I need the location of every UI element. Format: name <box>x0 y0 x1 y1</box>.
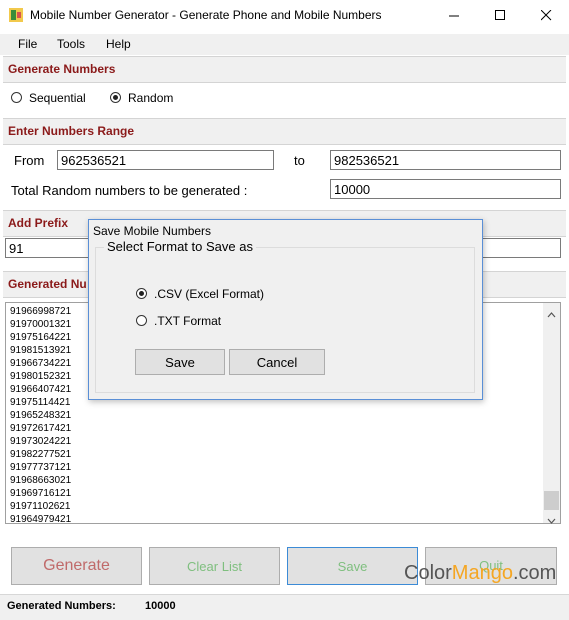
list-item[interactable]: 91969716121 <box>6 487 560 500</box>
to-input[interactable] <box>330 150 561 170</box>
section-title: Enter Numbers Range <box>8 124 135 138</box>
list-item[interactable]: 91965248321 <box>6 409 560 422</box>
app-icon <box>9 8 23 22</box>
from-input[interactable] <box>57 150 274 170</box>
window-title: Mobile Number Generator - Generate Phone… <box>30 8 382 22</box>
section-title: Add Prefix <box>8 216 69 230</box>
watermark-part: .com <box>512 562 557 584</box>
list-item[interactable]: 91977737121 <box>6 461 560 474</box>
total-label: Total Random numbers to be generated : <box>11 183 248 198</box>
sequential-label[interactable]: Sequential <box>29 91 86 105</box>
save-dialog: Save Mobile Numbers Select Format to Sav… <box>88 219 483 400</box>
menu-tools[interactable]: Tools <box>57 37 85 51</box>
dialog-save-button[interactable]: Save <box>135 349 225 375</box>
list-item[interactable]: 91971102621 <box>6 500 560 513</box>
csv-radio[interactable] <box>136 288 147 299</box>
maximize-icon[interactable] <box>477 0 523 31</box>
watermark-part: Color <box>404 562 452 584</box>
random-label[interactable]: Random <box>128 91 173 105</box>
dialog-title: Save Mobile Numbers <box>93 224 212 238</box>
status-value: 10000 <box>145 600 176 612</box>
scroll-down-icon[interactable] <box>547 513 556 527</box>
generate-button[interactable]: Generate <box>11 547 142 585</box>
clear-list-button[interactable]: Clear List <box>149 547 280 585</box>
txt-radio[interactable] <box>136 315 147 326</box>
from-label: From <box>14 153 45 168</box>
menu-help[interactable]: Help <box>106 37 131 51</box>
list-item[interactable]: 91968663021 <box>6 474 560 487</box>
list-item[interactable]: 91982277521 <box>6 448 560 461</box>
scroll-up-icon[interactable] <box>547 307 556 321</box>
list-item[interactable]: 91964979421 <box>6 513 560 523</box>
format-group: Select Format to Save as .CSV (Excel For… <box>95 239 475 393</box>
dialog-cancel-button[interactable]: Cancel <box>229 349 325 375</box>
total-input[interactable] <box>330 179 561 199</box>
menu-file[interactable]: File <box>18 37 37 51</box>
list-item[interactable]: 91973024221 <box>6 435 560 448</box>
title-bar: Mobile Number Generator - Generate Phone… <box>0 0 569 31</box>
list-item[interactable]: 91972617421 <box>6 422 560 435</box>
close-icon[interactable] <box>523 0 569 31</box>
csv-label[interactable]: .CSV (Excel Format) <box>154 287 264 301</box>
scrollbar[interactable] <box>543 303 560 524</box>
txt-label[interactable]: .TXT Format <box>154 314 221 328</box>
save-button[interactable]: Save <box>287 547 418 585</box>
random-radio[interactable] <box>110 92 121 103</box>
watermark-part: Mango <box>451 562 513 584</box>
format-group-label: Select Format to Save as <box>104 239 256 254</box>
section-title: Generate Numbers <box>8 62 116 76</box>
status-label: Generated Numbers: <box>7 600 116 612</box>
sequential-radio[interactable] <box>11 92 22 103</box>
section-range: Enter Numbers Range <box>3 118 566 145</box>
minimize-icon[interactable] <box>431 0 477 31</box>
watermark-logo: ColorMango.com <box>404 562 556 585</box>
section-title: Generated Nu <box>8 277 87 291</box>
scroll-thumb[interactable] <box>544 491 559 510</box>
status-bar: Generated Numbers: 10000 <box>0 594 569 620</box>
to-label: to <box>294 153 305 168</box>
menu-bar: File Tools Help <box>0 34 569 55</box>
section-generate-numbers: Generate Numbers <box>3 56 566 83</box>
